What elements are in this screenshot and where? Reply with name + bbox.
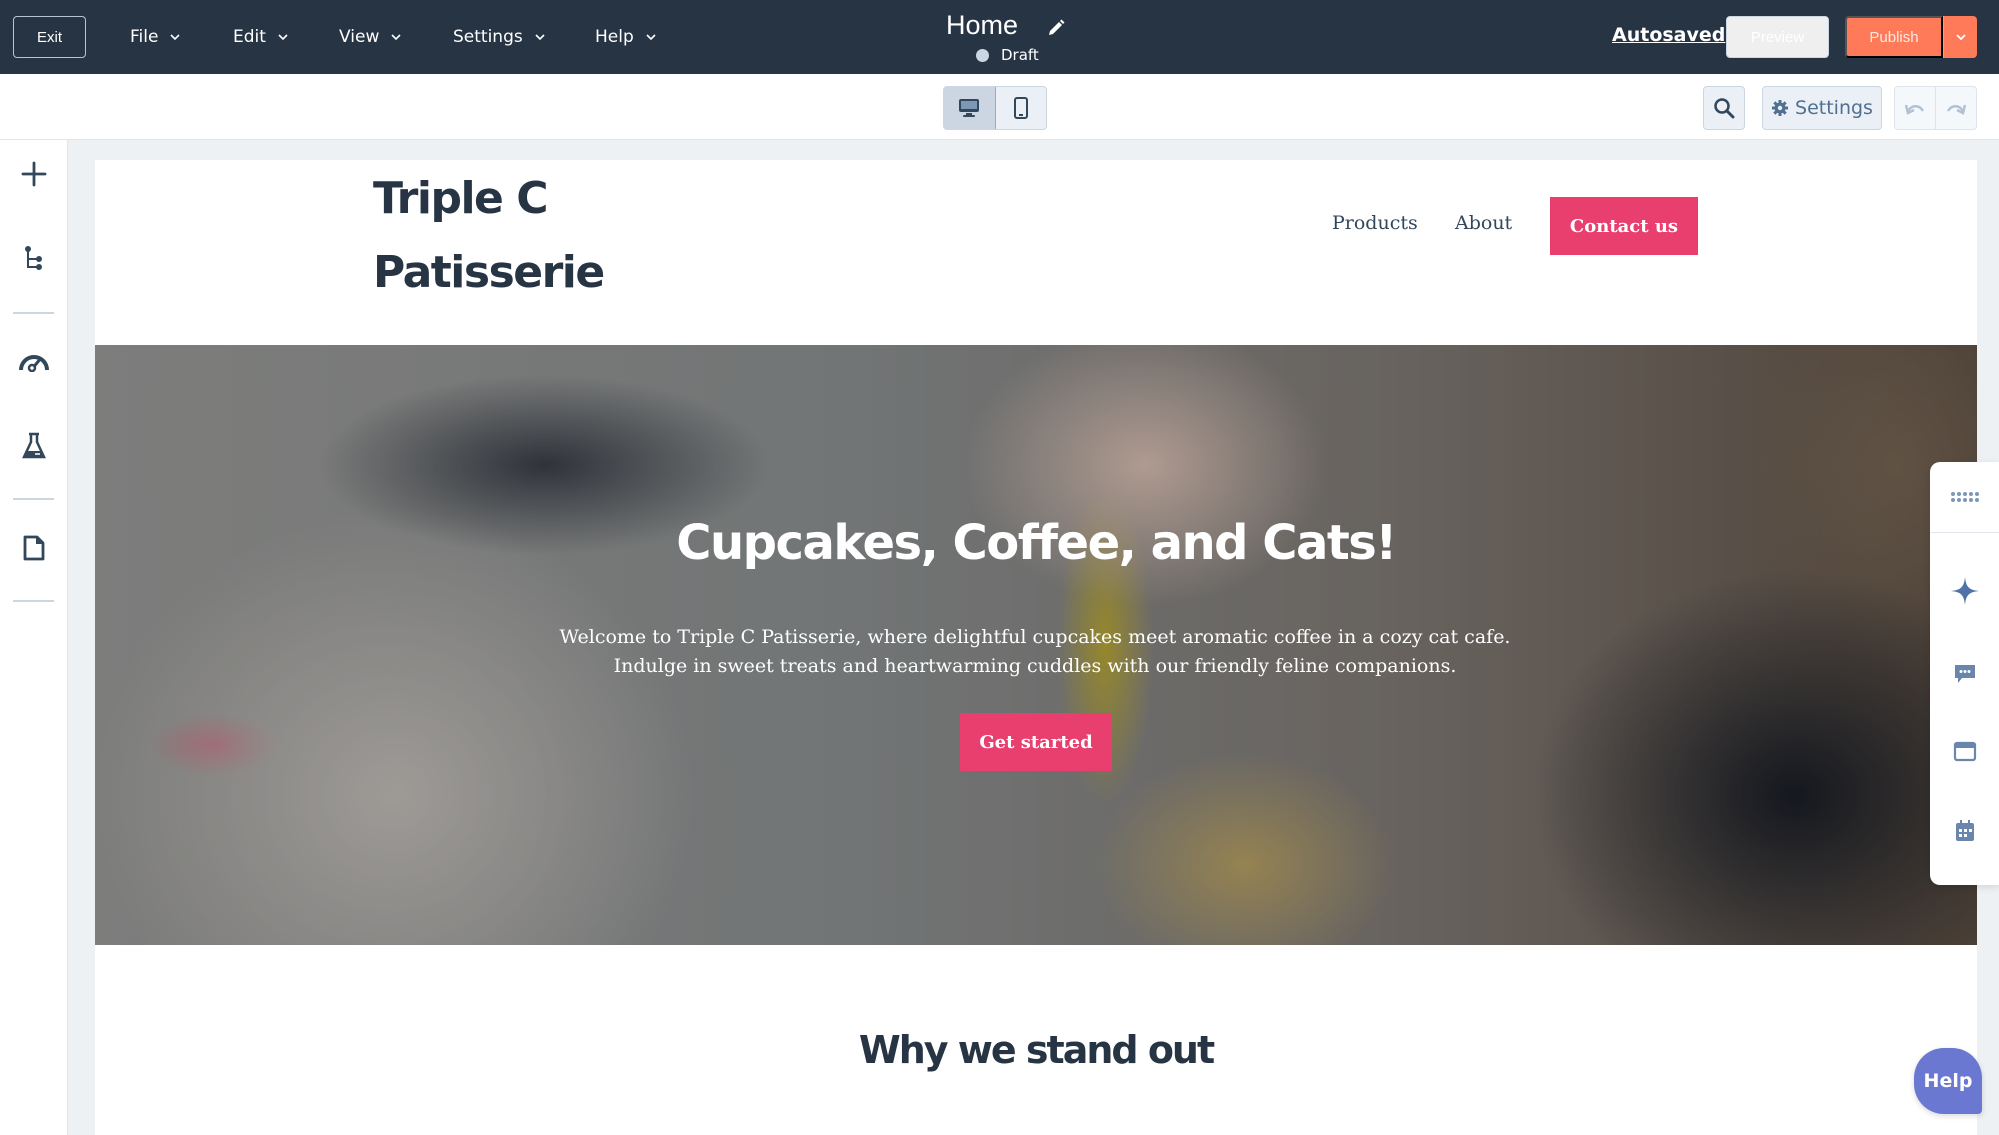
settings-label: Settings xyxy=(1795,97,1873,119)
status-dot xyxy=(976,48,989,62)
undo-icon xyxy=(1904,104,1925,115)
sidebar-item-pages[interactable] xyxy=(18,532,50,564)
menu-view[interactable]: View xyxy=(339,0,401,74)
site-header[interactable]: Triple C Patisserie Products About Conta… xyxy=(95,160,1977,345)
nav-link-products[interactable]: Products xyxy=(1332,212,1418,234)
logo-line-2: Patisserie xyxy=(373,247,605,298)
sidebar-divider xyxy=(13,312,54,314)
menu-help-label: Help xyxy=(595,27,634,47)
menu-file-label: File xyxy=(130,27,159,47)
hero-section[interactable]: Cupcakes, Coffee, and Cats! Welcome to T… xyxy=(95,345,1977,945)
page-title-area: Home Draft xyxy=(946,8,1076,68)
page-settings-button[interactable]: Settings xyxy=(1762,86,1882,130)
sidebar-item-optimize[interactable] xyxy=(18,345,50,377)
nav-link-about[interactable]: About xyxy=(1455,212,1512,234)
sidebar-divider xyxy=(13,498,54,500)
publish-options-button[interactable] xyxy=(1943,16,1977,58)
chevron-down-icon xyxy=(1955,34,1966,41)
hero-content: Cupcakes, Coffee, and Cats! Welcome to T… xyxy=(95,345,1977,945)
hero-title[interactable]: Cupcakes, Coffee, and Cats! xyxy=(95,515,1977,571)
document-icon xyxy=(23,535,45,561)
publish-button[interactable]: Publish xyxy=(1845,16,1943,58)
preview-button[interactable]: Preview xyxy=(1726,16,1829,58)
pencil-icon[interactable] xyxy=(1046,18,1066,38)
status-label: Draft xyxy=(1001,46,1039,64)
undo-button[interactable] xyxy=(1895,87,1936,129)
sidebar-divider xyxy=(13,600,54,602)
mobile-icon xyxy=(1013,97,1028,119)
chevron-down-icon xyxy=(535,34,545,41)
left-sidebar xyxy=(0,140,68,1135)
plus-icon xyxy=(21,161,47,187)
sidebar-item-layers[interactable] xyxy=(18,242,50,274)
logo-line-1: Triple C xyxy=(373,173,549,224)
flask-icon xyxy=(22,432,46,459)
undo-redo-group xyxy=(1894,86,1977,130)
section-title[interactable]: Why we stand out xyxy=(95,1028,1977,1072)
help-button[interactable]: Help xyxy=(1914,1048,1982,1114)
page-preview: Triple C Patisserie Products About Conta… xyxy=(95,160,1977,1135)
search-button[interactable] xyxy=(1703,86,1745,130)
menu-settings[interactable]: Settings xyxy=(453,0,545,74)
get-started-button[interactable]: Get started xyxy=(960,713,1112,771)
chevron-down-icon xyxy=(646,34,656,41)
device-toggle xyxy=(943,86,1047,130)
page-title[interactable]: Home xyxy=(946,10,1018,41)
menu-view-label: View xyxy=(339,27,380,47)
menu-edit[interactable]: Edit xyxy=(233,0,288,74)
chevron-down-icon xyxy=(170,34,181,41)
mobile-view-button[interactable] xyxy=(996,87,1047,129)
chevron-down-icon xyxy=(391,34,401,41)
sidebar-item-test[interactable] xyxy=(18,430,50,462)
autosaved-link[interactable]: Autosaved xyxy=(1612,24,1725,46)
status-badge: Draft xyxy=(976,46,1039,64)
exit-button[interactable]: Exit xyxy=(13,16,86,58)
menu-help[interactable]: Help xyxy=(595,0,656,74)
contact-us-button[interactable]: Contact us xyxy=(1550,197,1698,255)
editor-toolbar: Settings xyxy=(0,74,1999,140)
redo-button[interactable] xyxy=(1936,87,1976,129)
top-bar: Exit File Edit View Settings Help Home D… xyxy=(0,0,1999,74)
redo-icon xyxy=(1946,104,1967,115)
hero-description[interactable]: Welcome to Triple C Patisserie, where de… xyxy=(535,623,1535,681)
sidebar-item-add[interactable] xyxy=(18,158,50,190)
search-icon xyxy=(1714,98,1735,119)
menu-file[interactable]: File xyxy=(130,0,181,74)
gear-icon xyxy=(1772,100,1789,116)
menu-settings-label: Settings xyxy=(453,27,523,47)
desktop-view-button[interactable] xyxy=(944,87,996,129)
tree-structure-icon xyxy=(25,246,42,270)
menu-edit-label: Edit xyxy=(233,27,266,47)
site-logo[interactable]: Triple C Patisserie xyxy=(373,162,633,310)
speedometer-icon xyxy=(19,355,49,372)
desktop-icon xyxy=(959,99,980,117)
chevron-down-icon xyxy=(278,34,288,41)
